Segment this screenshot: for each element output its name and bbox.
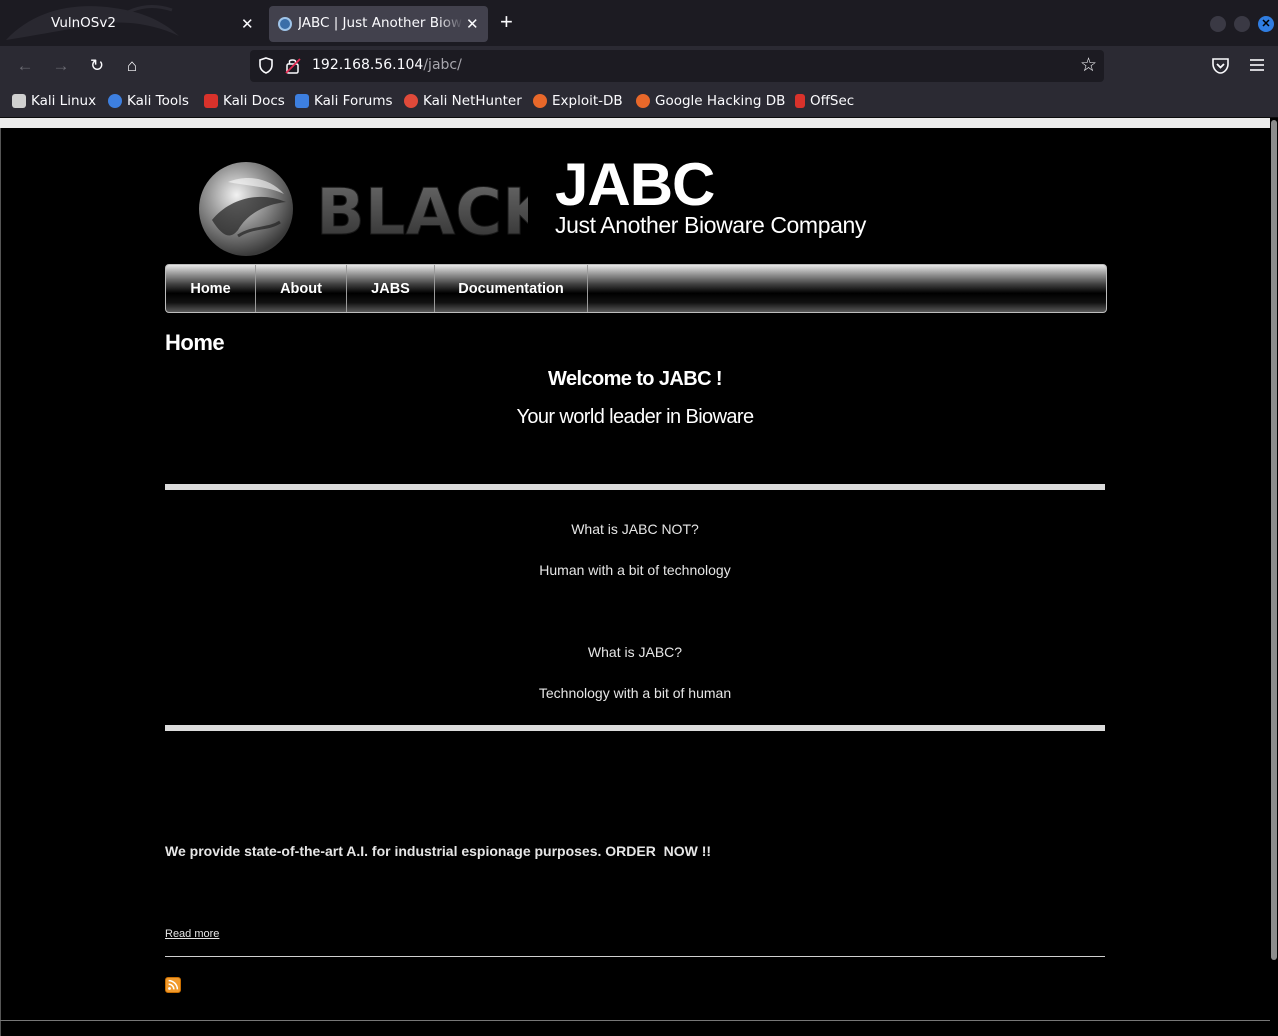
browser-tab-bar: VulnOSv2 ✕ JABC | Just Another Bioware C… [0, 0, 1278, 46]
bookmark-label: Kali Tools [127, 93, 189, 109]
new-tab-icon[interactable]: + [500, 11, 513, 33]
bookmark-kali-forums[interactable]: Kali Forums [295, 93, 393, 109]
kali-nethunter-icon [404, 94, 418, 108]
divider-top [165, 484, 1105, 490]
forward-arrow-icon[interactable]: → [50, 55, 72, 77]
answer-is: Technology with a bit of human [538, 685, 732, 701]
page-top-strip [0, 118, 1270, 128]
tab-vulnosv2[interactable]: VulnOSv2 ✕ [6, 5, 262, 42]
home-icon[interactable]: ⌂ [121, 55, 143, 77]
bookmark-kali-linux[interactable]: Kali Linux [12, 93, 96, 109]
tab-label: VulnOSv2 [51, 15, 116, 31]
site-slogan: Just Another Bioware Company [555, 212, 866, 238]
minimize-window-icon[interactable] [1210, 16, 1226, 32]
bookmark-label: Exploit-DB [552, 93, 623, 109]
tab-close-icon[interactable]: ✕ [241, 15, 254, 33]
main-menu: Home About JABS Documentation [165, 264, 1107, 313]
bookmark-label: Kali NetHunter [423, 93, 522, 109]
bookmarks-toolbar: Kali Linux Kali Tools Kali Docs Kali For… [0, 86, 1278, 118]
ghdb-icon [636, 94, 650, 108]
promo-text: We provide state-of-the-art A.I. for ind… [165, 843, 712, 859]
welcome-heading: Welcome to JABC ! [548, 368, 723, 390]
bookmark-label: Google Hacking DB [655, 93, 786, 109]
hamburger-menu-icon[interactable] [1248, 56, 1266, 74]
insecure-lock-icon[interactable] [285, 57, 301, 74]
site-logo[interactable]: BLACK [198, 160, 528, 258]
kali-docs-icon [204, 94, 218, 108]
read-more-link[interactable]: Read more [165, 928, 219, 940]
reload-icon[interactable]: ↻ [86, 55, 108, 77]
kali-tools-icon [108, 94, 122, 108]
answer-not: Human with a bit of technology [539, 562, 731, 578]
menu-item-about[interactable]: About [256, 265, 347, 312]
rss-feed-icon[interactable] [165, 977, 181, 993]
footer-divider [0, 1020, 1270, 1021]
divider-bottom [165, 725, 1105, 731]
bookmark-label: Kali Docs [223, 93, 285, 109]
bookmark-kali-tools[interactable]: Kali Tools [108, 93, 189, 109]
bookmark-google-hacking-db[interactable]: Google Hacking DB [636, 93, 785, 109]
menu-item-documentation[interactable]: Documentation [435, 265, 588, 312]
tracking-protection-shield-icon[interactable] [259, 57, 273, 74]
bookmark-kali-nethunter[interactable]: Kali NetHunter [404, 93, 522, 109]
scrollbar-thumb[interactable] [1271, 120, 1277, 960]
offsec-icon [795, 94, 805, 108]
page-viewport: BLACK JABC Just Another Bioware Company … [0, 118, 1270, 1036]
logo-text: BLACK [316, 176, 528, 250]
bookmark-exploit-db[interactable]: Exploit-DB [533, 93, 623, 109]
url-text[interactable]: 192.168.56.104/jabc/ [312, 57, 462, 73]
bookmark-star-icon[interactable]: ☆ [1080, 54, 1097, 77]
pocket-icon[interactable] [1211, 56, 1230, 75]
bookmark-offsec[interactable]: OffSec [795, 93, 854, 109]
bookmark-label: OffSec [810, 93, 855, 109]
tagline: Your world leader in Bioware [516, 406, 754, 428]
maximize-window-icon[interactable] [1234, 16, 1250, 32]
menu-item-jabs[interactable]: JABS [347, 265, 435, 312]
drupal-favicon-icon [278, 17, 292, 31]
tab-label: JABC | Just Another Bioware Company [298, 15, 463, 31]
menu-item-home[interactable]: Home [166, 265, 256, 312]
tab-close-icon[interactable]: ✕ [466, 15, 479, 33]
bookmark-label: Kali Linux [31, 93, 97, 109]
page-title: Home [165, 330, 225, 355]
close-window-icon[interactable]: ✕ [1258, 16, 1274, 32]
url-bar[interactable]: 192.168.56.104/jabc/ ☆ [250, 50, 1104, 82]
exploit-db-icon [533, 94, 547, 108]
tab-jabc[interactable]: JABC | Just Another Bioware Company ✕ [269, 6, 488, 42]
bookmark-label: Kali Forums [314, 93, 393, 109]
question-is: What is JABC? [587, 644, 683, 660]
browser-nav-bar: ← → ↻ ⌂ 192.168.56.104/jabc/ ☆ [0, 46, 1278, 86]
kali-forums-icon [295, 94, 309, 108]
divider-thin [165, 956, 1105, 957]
back-arrow-icon[interactable]: ← [14, 55, 36, 77]
bookmark-kali-docs[interactable]: Kali Docs [204, 93, 285, 109]
question-not: What is JABC NOT? [571, 521, 699, 537]
kali-dragon-icon [12, 94, 26, 108]
site-name[interactable]: JABC [555, 150, 715, 219]
